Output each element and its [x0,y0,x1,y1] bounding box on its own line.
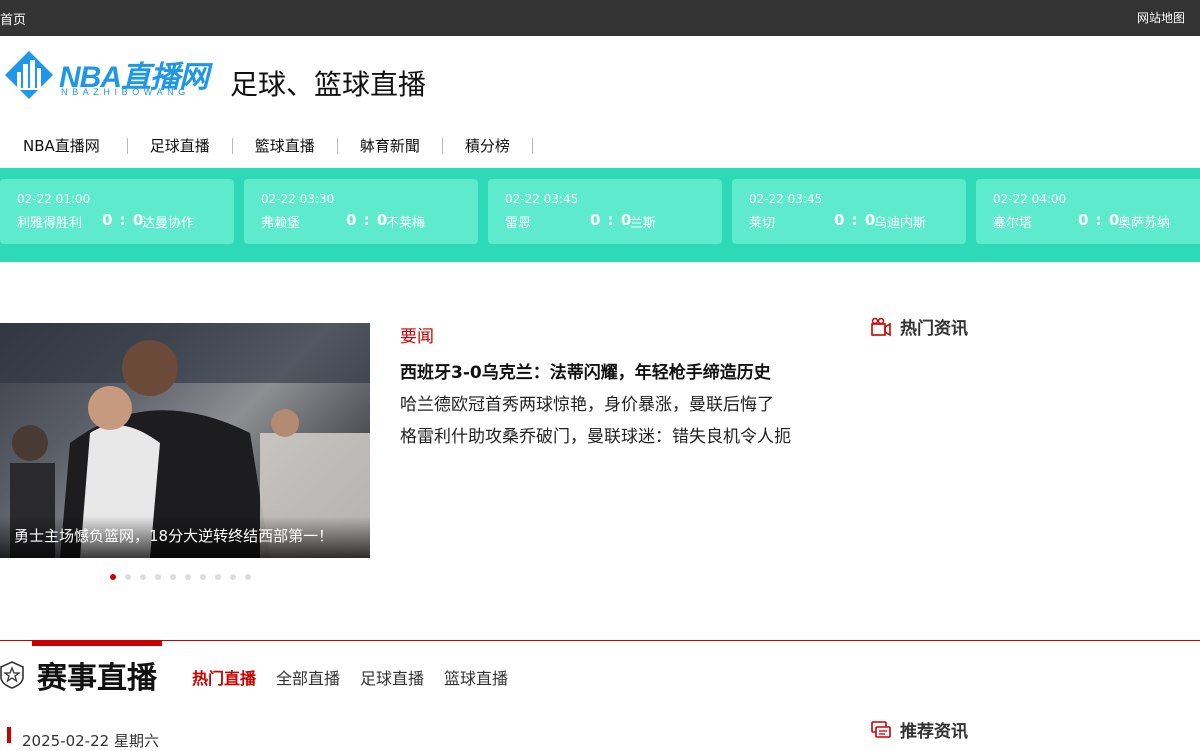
match-score: 0 : 0 [102,211,145,229]
nav-item-basketball[interactable]: 籃球直播 [233,137,338,155]
logo-subtext: NBAZHIBOWANG [61,87,190,97]
match-away-team: 奥萨苏纳 [1118,216,1171,231]
tab-all-live[interactable]: 全部直播 [276,665,340,689]
slider-dot[interactable] [230,574,236,580]
news-item[interactable]: 哈兰德欧冠首秀两球惊艳，身价暴涨，曼联后悔了 [400,390,774,415]
slider-dot[interactable] [245,574,251,580]
match-home-team: 弗赖堡 [261,216,301,231]
nav-item-football[interactable]: 足球直播 [128,137,233,155]
news-item[interactable]: 格雷利什助攻桑乔破门，曼联球迷：错失良机令人扼 [400,422,791,447]
match-card[interactable]: 02-22 01:00 利雅得胜利 0 : 0 达曼协作 [0,179,234,244]
slider-dot[interactable] [200,574,206,580]
match-card[interactable]: 02-22 03:45 雷恩 0 : 0 兰斯 [488,179,722,244]
match-card[interactable]: 02-22 03:45 莱切 0 : 0 乌迪内斯 [732,179,966,244]
hot-news-title: 热门资讯 [900,319,968,339]
section-tabs: 热门直播 全部直播 足球直播 篮球直播 [192,665,508,689]
nav-item-standings[interactable]: 積分榜 [443,137,533,155]
slider-dot[interactable] [125,574,131,580]
sitemap-link[interactable]: 网站地图 [1137,9,1185,26]
match-card[interactable]: 02-22 03:30 弗赖堡 0 : 0 不莱梅 [244,179,478,244]
schedule-date: 2025-02-22 星期六 [22,732,159,750]
match-time: 02-22 03:45 [749,192,823,206]
match-away-team: 兰斯 [630,216,657,231]
match-time: 02-22 01:00 [17,192,91,206]
news-slider[interactable]: 勇士主场憾负篮网，18分大逆转终结西部第一！ [0,323,370,558]
building-logo-icon [5,51,53,99]
site-logo[interactable]: NBA直播网 NBAZHIBOWANG [4,50,224,100]
site-tagline: 足球、篮球直播 [230,68,427,101]
match-time: 02-22 03:30 [261,192,335,206]
match-home-team: 利雅得胜利 [17,216,83,231]
news-tag: 要闻 [400,327,434,347]
match-home-team: 雷恩 [505,216,532,231]
match-away-team: 乌迪内斯 [874,216,927,231]
section-title: 赛事直播 [37,661,157,696]
match-score: 0 : 0 [834,211,877,229]
tab-football-live[interactable]: 足球直播 [360,665,424,689]
match-score: 0 : 0 [1078,211,1121,229]
slide-caption: 勇士主场憾负篮网，18分大逆转终结西部第一！ [0,516,370,558]
match-time: 02-22 04:00 [993,192,1067,206]
home-link[interactable]: 首页 [0,9,26,28]
section-accent [32,641,162,646]
match-away-team: 不莱梅 [386,216,426,231]
match-home-team: 塞尔塔 [993,216,1033,231]
match-time: 02-22 03:45 [505,192,579,206]
nav-item-sports-news[interactable]: 躰育新聞 [338,137,443,155]
chat-bubbles-icon [871,720,891,738]
slider-dot[interactable] [170,574,176,580]
news-headline[interactable]: 西班牙3-0乌克兰：法蒂闪耀，年轻枪手缔造历史 [400,358,771,383]
tab-hot-live[interactable]: 热门直播 [192,665,256,689]
tab-basketball-live[interactable]: 篮球直播 [444,665,508,689]
slide-caption-text: 勇士主场憾负篮网，18分大逆转终结西部第一！ [14,527,334,545]
match-score: 0 : 0 [590,211,633,229]
slider-dot[interactable] [185,574,191,580]
section-divider [0,640,1200,641]
nav-item-home[interactable]: NBA直播网 [0,137,128,155]
slider-dot[interactable] [155,574,161,580]
recommend-news-title: 推荐资讯 [900,722,968,742]
top-bar: 首页 网站地图 [0,0,1200,36]
match-card[interactable]: 02-22 04:00 塞尔塔 0 : 0 奥萨苏纳 [976,179,1200,244]
star-shield-icon [0,661,24,689]
slider-dot[interactable] [140,574,146,580]
match-strip: 02-22 01:00 利雅得胜利 0 : 0 达曼协作 02-22 03:30… [0,168,1200,262]
match-score: 0 : 0 [346,211,389,229]
video-camera-icon [871,317,891,336]
match-away-team: 达曼协作 [142,216,195,231]
date-marker [7,727,11,743]
match-home-team: 莱切 [749,216,776,231]
slider-dot[interactable] [110,574,116,580]
recommend-news-heading: 推荐资讯 [870,717,968,742]
slider-dots [110,574,251,580]
slider-dot[interactable] [215,574,221,580]
hot-news-heading: 热门资讯 [870,314,968,339]
main-nav: NBA直播网 足球直播 籃球直播 躰育新聞 積分榜 [0,134,533,158]
